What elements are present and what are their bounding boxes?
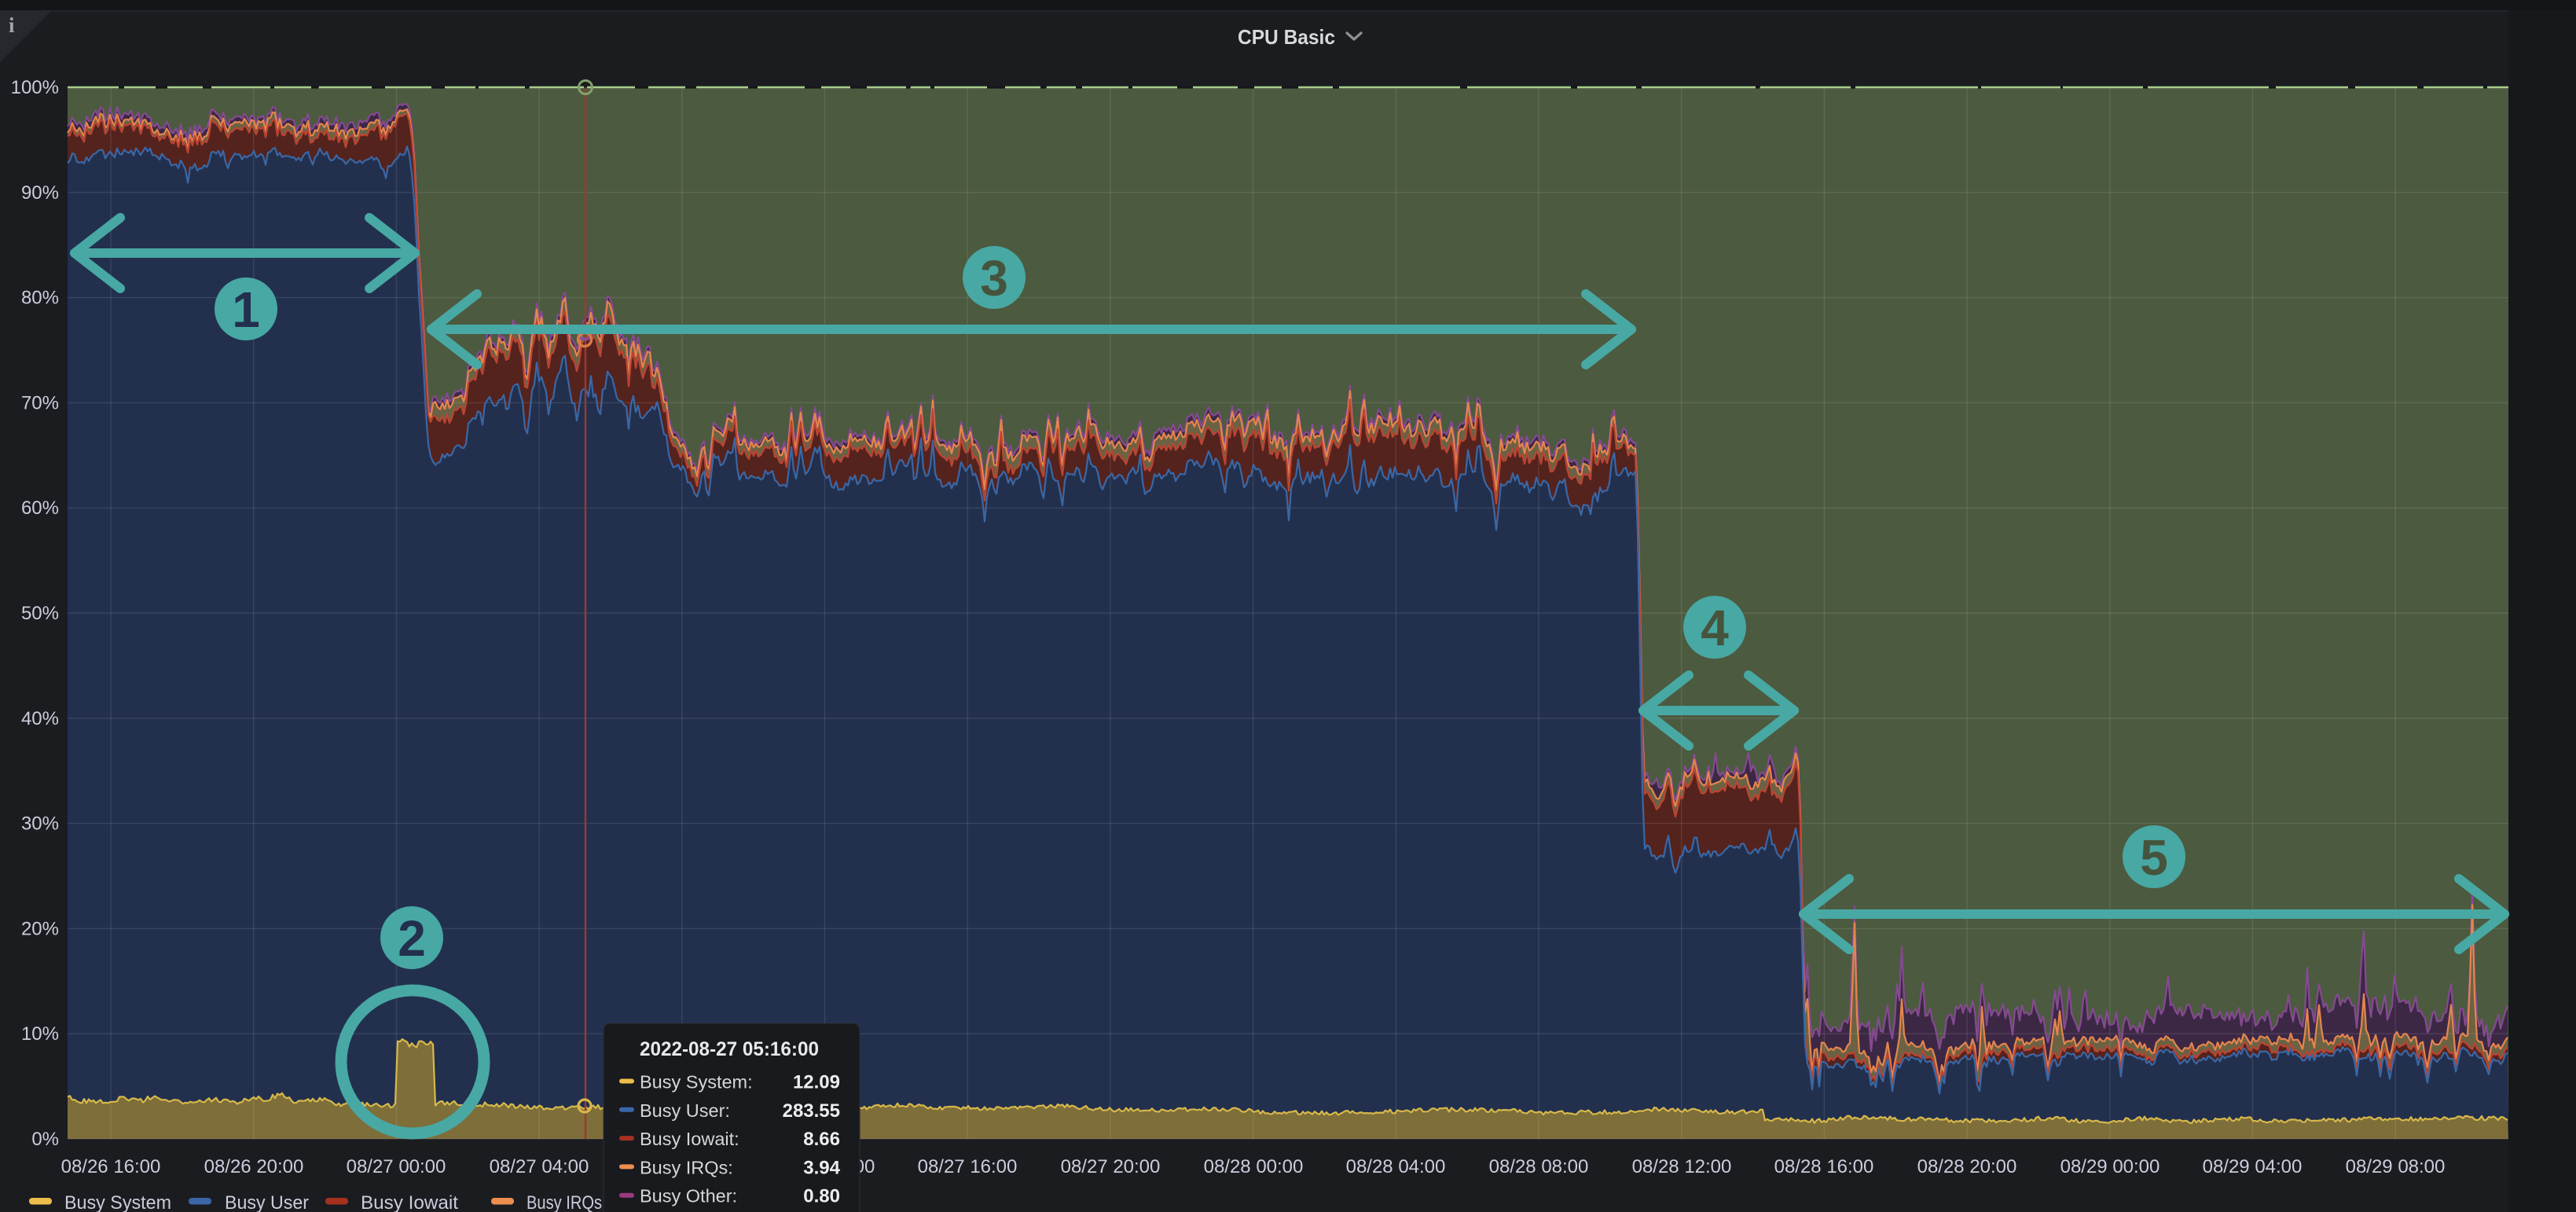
svg-text:08/27 16:00: 08/27 16:00 <box>918 1156 1018 1177</box>
svg-text:2: 2 <box>398 910 426 967</box>
svg-text:Busy User: Busy User <box>225 1192 309 1212</box>
svg-text:08/28 20:00: 08/28 20:00 <box>1917 1156 2017 1177</box>
svg-text:100%: 100% <box>11 77 59 98</box>
svg-text:08/27 00:00: 08/27 00:00 <box>347 1156 446 1177</box>
svg-text:0%: 0% <box>31 1129 59 1150</box>
svg-text:Busy IRQs:: Busy IRQs: <box>640 1157 733 1177</box>
svg-text:08/26 16:00: 08/26 16:00 <box>61 1156 161 1177</box>
svg-text:08/29 08:00: 08/29 08:00 <box>2346 1156 2446 1177</box>
svg-text:Busy User:: Busy User: <box>640 1100 730 1121</box>
svg-text:90%: 90% <box>21 182 59 204</box>
svg-text:70%: 70% <box>21 392 59 413</box>
svg-text:Busy System:: Busy System: <box>640 1072 753 1093</box>
svg-text:Busy Iowait:: Busy Iowait: <box>640 1129 739 1149</box>
svg-text:08/27 04:00: 08/27 04:00 <box>490 1156 589 1177</box>
svg-text:08/28 12:00: 08/28 12:00 <box>1632 1156 1732 1177</box>
svg-text:3.94: 3.94 <box>803 1157 840 1178</box>
svg-text:20%: 20% <box>21 918 59 939</box>
svg-text:5: 5 <box>2140 829 2168 886</box>
svg-text:08/27 20:00: 08/27 20:00 <box>1061 1156 1161 1177</box>
svg-text:50%: 50% <box>21 603 59 624</box>
svg-text:60%: 60% <box>21 498 59 519</box>
svg-text:CPU Basic: CPU Basic <box>1238 25 1335 49</box>
svg-text:08/28 08:00: 08/28 08:00 <box>1489 1156 1589 1177</box>
svg-text:08/29 04:00: 08/29 04:00 <box>2203 1156 2303 1177</box>
svg-text:8.66: 8.66 <box>803 1129 840 1150</box>
svg-text:30%: 30% <box>21 814 59 835</box>
svg-text:08/29 00:00: 08/29 00:00 <box>2060 1156 2160 1177</box>
svg-text:2022-08-27 05:16:00: 2022-08-27 05:16:00 <box>640 1038 819 1060</box>
svg-text:Busy System: Busy System <box>64 1192 171 1212</box>
svg-text:12.09: 12.09 <box>793 1072 840 1093</box>
svg-text:4: 4 <box>1701 600 1729 656</box>
svg-text:80%: 80% <box>21 288 59 309</box>
svg-text:Busy Other:: Busy Other: <box>640 1186 737 1206</box>
svg-text:08/26 20:00: 08/26 20:00 <box>204 1156 304 1177</box>
svg-text:08/28 04:00: 08/28 04:00 <box>1346 1156 1446 1177</box>
svg-text:283.55: 283.55 <box>783 1100 840 1122</box>
svg-text:08/28 16:00: 08/28 16:00 <box>1774 1156 1874 1177</box>
svg-text:Busy IRQs: Busy IRQs <box>527 1192 602 1212</box>
svg-text:Busy Iowait: Busy Iowait <box>361 1192 458 1212</box>
svg-text:3: 3 <box>980 250 1008 307</box>
svg-text:i: i <box>9 13 15 37</box>
svg-text:08/28 00:00: 08/28 00:00 <box>1204 1156 1304 1177</box>
svg-text:40%: 40% <box>21 708 59 729</box>
svg-text:0.80: 0.80 <box>803 1186 840 1207</box>
svg-text:1: 1 <box>232 281 260 338</box>
svg-text:10%: 10% <box>21 1023 59 1045</box>
